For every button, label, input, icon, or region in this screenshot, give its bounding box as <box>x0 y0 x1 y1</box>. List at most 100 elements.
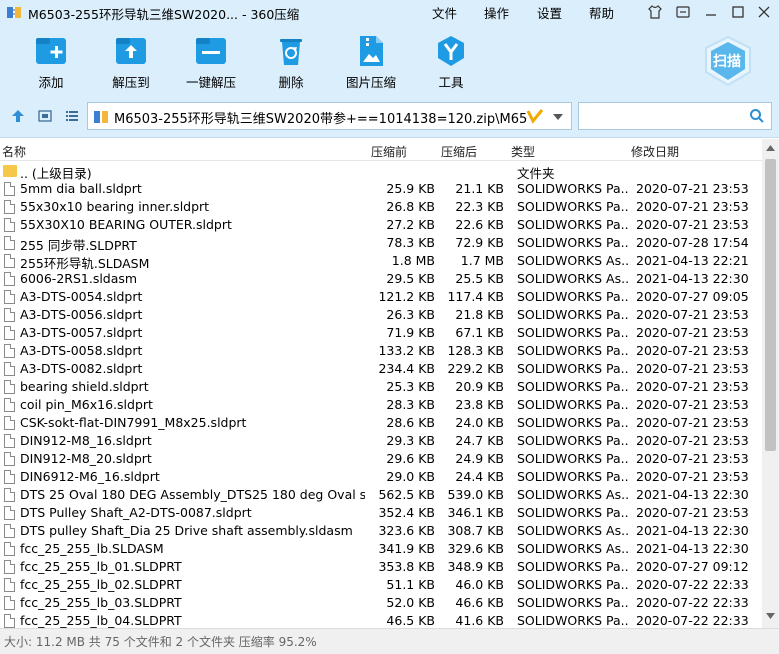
file-size: 562.5 KB <box>378 487 435 502</box>
window-title: M6503-255环形导轨三维SW2020... - 360压缩 <box>28 7 300 22</box>
file-date: 2020-07-28 17:54 <box>636 235 749 250</box>
file-size: 46.5 KB <box>386 613 435 628</box>
table-row[interactable]: DTS 25 Oval 180 DEG Assembly_DTS25 180 d… <box>0 486 762 504</box>
file-date: 2020-07-21 23:53 <box>636 415 749 430</box>
address-path: M6503-255环形导轨三维SW2020带参+==1014138=120.zi… <box>114 112 528 127</box>
scroll-up-icon[interactable] <box>766 145 775 151</box>
table-row[interactable]: fcc_25_255_lb_01.SLDPRT 353.8 KB 348.9 KB S… <box>0 558 762 576</box>
file-size: 133.2 KB <box>378 343 435 358</box>
column-name[interactable]: 名称 <box>2 143 26 160</box>
maximize-icon[interactable] <box>729 3 747 21</box>
column-size[interactable]: 压缩前 <box>371 143 407 160</box>
file-name: 5mm dia ball.sldprt <box>20 181 142 196</box>
table-row[interactable]: 5mm dia ball.sldprt 25.9 KB 21.1 KB SOLIDWO… <box>0 180 762 198</box>
table-row[interactable]: DTS Pulley Shaft_A2-DTS-0087.sldprt 352.4… <box>0 504 762 522</box>
scrollbar-thumb[interactable] <box>765 159 776 451</box>
parent-folder-row[interactable]: .. (上级目录) 文件夹 <box>0 162 762 181</box>
minimize-icon[interactable] <box>702 3 720 21</box>
file-size: 323.6 KB <box>378 523 435 538</box>
address-bar[interactable]: M6503-255环形导轨三维SW2020带参+==1014138=120.zi… <box>87 102 572 130</box>
file-compressed-size: 329.6 KB <box>447 541 504 556</box>
image-compress-button[interactable]: 图片压缩 <box>331 34 411 94</box>
file-icon <box>4 182 15 196</box>
file-size: 25.3 KB <box>386 379 435 394</box>
column-date[interactable]: 修改日期 <box>631 143 679 160</box>
table-row[interactable]: CSK-sokt-flat-DIN7991_M8x25.sldprt 28.6 K… <box>0 414 762 432</box>
table-row[interactable]: fcc_25_255_lb_03.SLDPRT 52.0 KB 46.6 KB SOL… <box>0 594 762 612</box>
extract-to-button[interactable]: 解压到 <box>91 34 171 94</box>
file-type: SOLIDWORKS Pa... <box>517 469 629 484</box>
menu-settings[interactable]: 设置 <box>537 3 562 22</box>
table-row[interactable]: 6006-2RS1.sldasm 29.5 KB 25.5 KB SOLIDWORKS… <box>0 270 762 288</box>
file-name: bearing shield.sldprt <box>20 379 149 394</box>
table-row[interactable]: A3-DTS-0058.sldprt 133.2 KB 128.3 KB SOLIDW… <box>0 342 762 360</box>
add-button[interactable]: 添加 <box>11 34 91 94</box>
file-size: 27.2 KB <box>386 217 435 232</box>
file-size: 121.2 KB <box>378 289 435 304</box>
file-type: SOLIDWORKS Pa... <box>517 613 629 628</box>
chevron-down-icon[interactable] <box>552 113 564 121</box>
file-type: SOLIDWORKS Pa... <box>517 559 629 574</box>
up-arrow-icon[interactable] <box>10 108 26 124</box>
file-list: .. (上级目录) 文件夹 5mm dia ball.sldprt 25.9 KB 21… <box>0 162 762 628</box>
scroll-down-icon[interactable] <box>766 613 775 619</box>
file-icon <box>4 434 15 448</box>
table-row[interactable]: 55x30x10 bearing inner.sldprt 26.8 KB 22.3… <box>0 198 762 216</box>
table-row[interactable]: fcc_25_255_lb_02.SLDPRT 51.1 KB 46.0 KB SOL… <box>0 576 762 594</box>
file-name: fcc_25_255_lb_03.SLDPRT <box>20 595 182 610</box>
column-type[interactable]: 类型 <box>511 143 535 160</box>
skin-icon[interactable] <box>646 3 664 21</box>
table-row[interactable]: bearing shield.sldprt 25.3 KB 20.9 KB SOLID… <box>0 378 762 396</box>
table-row[interactable]: DIN912-M8_16.sldprt 29.3 KB 24.7 KB SOLIDWO… <box>0 432 762 450</box>
table-row[interactable]: A3-DTS-0056.sldprt 26.3 KB 21.8 KB SOLIDWOR… <box>0 306 762 324</box>
table-row[interactable]: A3-DTS-0082.sldprt 234.4 KB 229.2 KB SOLIDW… <box>0 360 762 378</box>
search-input[interactable] <box>583 107 743 125</box>
table-row[interactable]: DTS pulley Shaft_Dia 25 Drive shaft asse… <box>0 522 762 540</box>
file-date: 2020-07-21 23:53 <box>636 451 749 466</box>
file-compressed-size: 348.9 KB <box>447 559 504 574</box>
table-row[interactable]: 255环形导轨.SLDASM 1.8 MB 1.7 MB SOLIDWORKS As.… <box>0 252 762 271</box>
table-row[interactable]: fcc_25_255_lb.SLDASM 341.9 KB 329.6 KB SOLI… <box>0 540 762 558</box>
close-icon[interactable] <box>755 3 773 21</box>
file-type: SOLIDWORKS Pa... <box>517 217 629 232</box>
table-row[interactable]: fcc_25_255_lb_04.SLDPRT 46.5 KB 41.6 KB SOL… <box>0 612 762 628</box>
file-name: fcc_25_255_lb.SLDASM <box>20 541 164 556</box>
file-icon <box>4 416 15 430</box>
delete-button[interactable]: 删除 <box>251 34 331 94</box>
file-name: DTS pulley Shaft_Dia 25 Drive shaft asse… <box>20 523 353 538</box>
file-date: 2020-07-21 23:53 <box>636 199 749 214</box>
file-type: SOLIDWORKS Pa... <box>517 307 629 322</box>
file-size: 78.3 KB <box>386 235 435 250</box>
menu-help[interactable]: 帮助 <box>589 3 614 22</box>
list-view-icon[interactable] <box>64 108 80 124</box>
table-row[interactable]: 255 同步带.SLDPRT 78.3 KB 72.9 KB SOLIDWORKS P… <box>0 234 762 253</box>
table-row[interactable]: DIN6912-M6_16.sldprt 29.0 KB 24.4 KB SOLIDW… <box>0 468 762 486</box>
file-size: 353.8 KB <box>378 559 435 574</box>
file-icon <box>4 200 15 214</box>
file-icon <box>4 578 15 592</box>
table-row[interactable]: A3-DTS-0057.sldprt 71.9 KB 67.1 KB SOLIDWOR… <box>0 324 762 342</box>
menu-operate[interactable]: 操作 <box>484 3 509 22</box>
search-icon[interactable] <box>749 108 765 124</box>
feedback-icon[interactable] <box>674 3 692 21</box>
file-size: 28.3 KB <box>386 397 435 412</box>
table-row[interactable]: A3-DTS-0054.sldprt 121.2 KB 117.4 KB SOLIDW… <box>0 288 762 306</box>
tools-button[interactable]: 工具 <box>411 34 491 94</box>
thumbnail-view-icon[interactable] <box>37 108 53 124</box>
file-icon <box>4 326 15 340</box>
header: M6503-255环形导轨三维SW2020... - 360压缩 文件 操作 设… <box>0 0 779 138</box>
file-type: SOLIDWORKS Pa... <box>517 325 629 340</box>
one-click-extract-button[interactable]: 一键解压 <box>171 34 251 94</box>
column-compressed-size[interactable]: 压缩后 <box>441 143 477 160</box>
file-icon <box>4 236 15 250</box>
table-row[interactable]: coil pin_M6x16.sldprt 28.3 KB 23.8 KB SOLID… <box>0 396 762 414</box>
file-icon <box>4 362 15 376</box>
table-row[interactable]: 55X30X10 BEARING OUTER.sldprt 27.2 KB 22.6… <box>0 216 762 234</box>
table-row[interactable]: DIN912-M8_20.sldprt 29.6 KB 24.9 KB SOLIDWO… <box>0 450 762 468</box>
file-date: 2020-07-21 23:53 <box>636 379 749 394</box>
search-box[interactable] <box>578 102 772 130</box>
scan-button[interactable]: 扫描 <box>700 34 756 88</box>
menu-file[interactable]: 文件 <box>432 3 457 22</box>
file-compressed-size: 128.3 KB <box>447 343 504 358</box>
vertical-scrollbar[interactable] <box>762 139 779 628</box>
